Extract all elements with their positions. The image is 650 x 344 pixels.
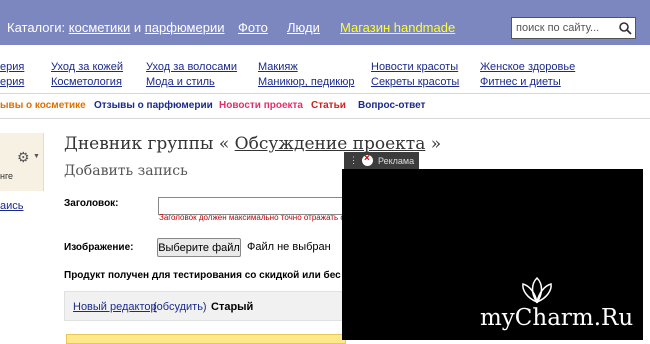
divider xyxy=(0,118,650,119)
page-title: Дневник группы « Обсуждение проекта » xyxy=(64,134,441,154)
sidebar-link[interactable]: аись xyxy=(0,200,24,212)
product-testing-text: Продукт получен для тестирования со скид… xyxy=(64,270,341,281)
sidebar-panel: ⚙ ▼ нге xyxy=(0,133,44,191)
subnav-reviews-cosmetics[interactable]: ывы о косметике xyxy=(0,100,86,111)
nav-link-makeup[interactable]: Макияж xyxy=(258,61,298,73)
sidebar-text: нге xyxy=(0,171,14,181)
nav-link-skin-care[interactable]: Уход за кожей xyxy=(51,61,123,73)
title-prefix: Дневник группы « xyxy=(64,134,230,154)
image-label: Изображение: xyxy=(64,242,134,253)
heading-hint: Заголовок должен максимально точно отраж… xyxy=(159,213,345,222)
nav-link-fashion[interactable]: Мода и стиль xyxy=(146,76,215,88)
nav-link-fitness[interactable]: Фитнес и диеты xyxy=(480,76,561,88)
nav-link-hair-care[interactable]: Уход за волосами xyxy=(146,61,237,73)
catalogs-line: Каталоги: косметики и парфюмерии xyxy=(7,20,224,35)
catalogs-label: Каталоги: xyxy=(7,20,66,35)
ad-label: Реклама xyxy=(378,156,415,166)
heading-label: Заголовок: xyxy=(64,198,119,209)
subnav-qa[interactable]: Вопрос-ответ xyxy=(358,100,425,111)
nav-link-cosmetology[interactable]: Косметология xyxy=(51,76,122,88)
file-status: Файл не выбран xyxy=(247,241,331,253)
watermark-text: myCharm.Ru xyxy=(480,305,634,331)
ad-label-bar: ⋮ Реклама xyxy=(344,152,419,169)
editor-toolbar xyxy=(66,334,346,344)
search-input[interactable]: поиск по сайту... xyxy=(511,17,636,39)
lotus-logo-icon xyxy=(522,276,552,304)
divider xyxy=(0,93,650,94)
photo-link[interactable]: Фото xyxy=(238,20,268,35)
group-link[interactable]: Обсуждение проекта xyxy=(235,134,426,154)
section-subtitle: Добавить запись xyxy=(64,163,188,179)
nav-link-beauty-secrets[interactable]: Секреты красоты xyxy=(371,76,459,88)
editor-switcher: Новый редактор (обсудить) Старый xyxy=(64,291,354,321)
gear-icon[interactable]: ⚙ xyxy=(17,149,30,166)
catalog-cosmetics-link[interactable]: косметики xyxy=(69,20,130,35)
nav-link-womens-health[interactable]: Женское здоровье xyxy=(480,61,575,73)
and-word: и xyxy=(133,20,142,35)
discuss-link[interactable]: (обсудить) xyxy=(153,301,207,313)
top-bar: Каталоги: косметики и парфюмерии Фото Лю… xyxy=(0,0,650,45)
search-placeholder: поиск по сайту... xyxy=(516,22,600,34)
old-editor-label: Старый xyxy=(211,301,254,313)
nav-link-manicure[interactable]: Маникюр, педикюр xyxy=(258,76,355,88)
handmade-shop-link[interactable]: Магазин handmade xyxy=(340,20,455,35)
close-icon[interactable] xyxy=(362,153,373,166)
search-icon[interactable] xyxy=(618,21,632,35)
subnav-project-news[interactable]: Новости проекта xyxy=(219,100,303,111)
chevron-down-icon[interactable]: ▼ xyxy=(33,153,40,160)
new-editor-link[interactable]: Новый редактор xyxy=(73,301,157,313)
catalog-perfumery-link[interactable]: парфюмерии xyxy=(145,20,225,35)
title-suffix: » xyxy=(430,134,442,154)
nav-link-col1-1[interactable]: ерия xyxy=(0,61,24,73)
people-link[interactable]: Люди xyxy=(287,20,320,35)
subnav-reviews-perfumery[interactable]: Отзывы о парфюмерии xyxy=(94,100,213,111)
more-icon[interactable]: ⋮ xyxy=(349,155,358,166)
nav-link-col1-2[interactable]: ерия xyxy=(0,76,24,88)
nav-link-beauty-news[interactable]: Новости красоты xyxy=(371,61,458,73)
subnav-articles[interactable]: Статьи xyxy=(311,100,346,111)
choose-file-button[interactable]: Выберите файл xyxy=(157,238,241,257)
